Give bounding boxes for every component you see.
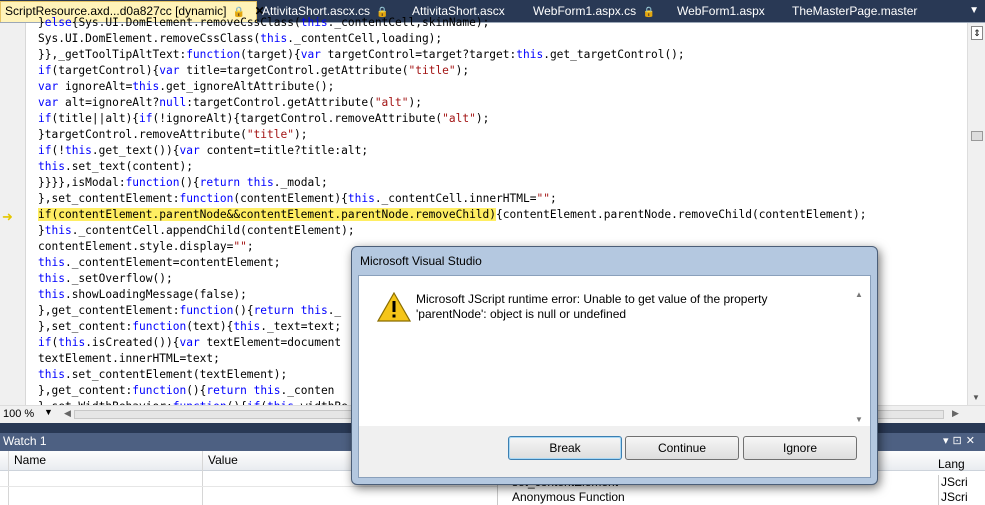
tab-dropdown-icon[interactable]: ▼ bbox=[969, 5, 979, 16]
code-line: }},_getToolTipAltText:function(target){v… bbox=[38, 48, 685, 61]
error-message: Microsoft JScript runtime error: Unable … bbox=[416, 292, 768, 321]
message-scrollbar[interactable]: ▲ ▼ bbox=[852, 290, 866, 424]
scroll-left-icon[interactable]: ◀ bbox=[64, 408, 71, 419]
split-window-icon[interactable]: ⇕ bbox=[971, 26, 983, 40]
zoom-level[interactable]: 100 % bbox=[3, 408, 34, 420]
zoom-dropdown-icon[interactable]: ▼ bbox=[44, 407, 53, 417]
error-dialog: Microsoft Visual Studio Microsoft JScrip… bbox=[351, 246, 878, 485]
dialog-title: Microsoft Visual Studio bbox=[360, 254, 482, 268]
call-stack-row[interactable]: Anonymous Function JScri bbox=[498, 490, 985, 505]
current-statement-highlight: if(contentElement.parentNode&&contentEle… bbox=[38, 208, 497, 221]
code-line: }targetControl.removeAttribute("title"); bbox=[38, 128, 308, 141]
code-line: if(!this.get_text()){var content=title?t… bbox=[38, 144, 369, 157]
code-line: },set_contentElement:function(contentEle… bbox=[38, 192, 557, 205]
call-stack-frame-language: JScri bbox=[938, 490, 968, 505]
dialog-message-area: Microsoft JScript runtime error: Unable … bbox=[359, 276, 870, 426]
code-line: var ignoreAlt=this.get_ignoreAltAttribut… bbox=[38, 80, 335, 93]
warning-icon bbox=[377, 292, 411, 322]
code-line: }this._contentCell.appendChild(contentEl… bbox=[38, 224, 355, 237]
current-statement-arrow-icon: ➜ bbox=[2, 209, 13, 224]
code-line: if(targetControl){var title=targetContro… bbox=[38, 64, 470, 77]
editor-vertical-scrollbar[interactable]: ⇕ ▼ bbox=[967, 23, 985, 406]
watch-title-label: Watch 1 bbox=[3, 434, 47, 448]
scroll-thumb[interactable] bbox=[971, 131, 983, 141]
call-stack-frame-language: JScri bbox=[938, 475, 968, 490]
code-line: Sys.UI.DomElement.removeCssClass(this._c… bbox=[38, 32, 443, 45]
scroll-down-icon[interactable]: ▼ bbox=[972, 393, 980, 402]
scroll-right-icon[interactable]: ▶ bbox=[952, 408, 959, 419]
code-line: }else{Sys.UI.DomElement.removeCssClass(t… bbox=[38, 16, 490, 29]
code-line: if(contentElement.parentNode&&contentEle… bbox=[38, 208, 867, 221]
continue-button[interactable]: Continue bbox=[625, 436, 739, 460]
call-stack-language-header: Lang bbox=[938, 457, 965, 471]
ignore-button[interactable]: Ignore bbox=[743, 436, 857, 460]
break-button[interactable]: Break bbox=[508, 436, 622, 460]
scroll-up-icon[interactable]: ▲ bbox=[855, 290, 863, 299]
watch-column-name[interactable]: Name bbox=[14, 453, 46, 467]
code-line: this.set_text(content); bbox=[38, 160, 193, 173]
dialog-content: Microsoft JScript runtime error: Unable … bbox=[358, 275, 871, 478]
code-line: }}}},isModal:function(){return this._mod… bbox=[38, 176, 328, 189]
watch-column-value[interactable]: Value bbox=[208, 453, 238, 467]
code-line: if(title||alt){if(!ignoreAlt){targetCont… bbox=[38, 112, 490, 125]
code-line: var alt=ignoreAlt?null:targetControl.get… bbox=[38, 96, 422, 109]
scroll-down-icon[interactable]: ▼ bbox=[855, 415, 863, 424]
call-stack-frame-name: Anonymous Function bbox=[512, 490, 625, 504]
panel-controls[interactable]: ▾⊡✕ bbox=[943, 433, 979, 450]
